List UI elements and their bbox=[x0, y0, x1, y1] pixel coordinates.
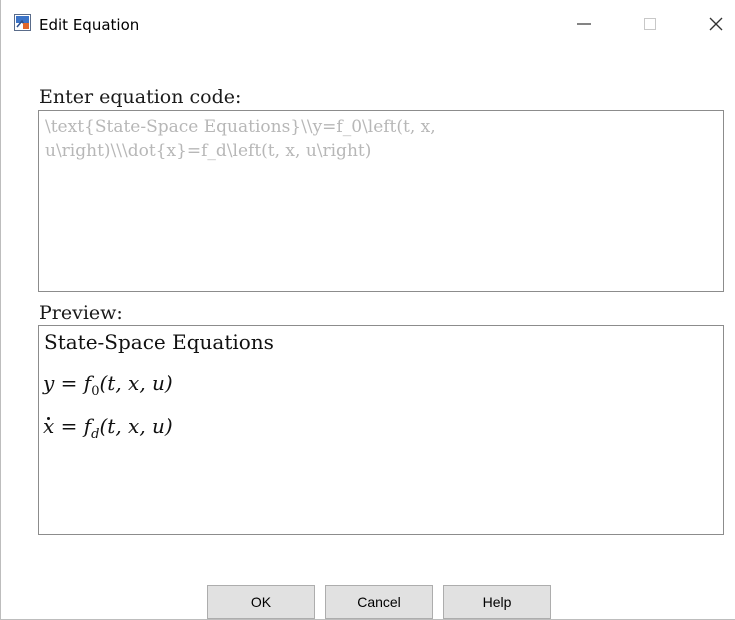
preview-equation-output: y = f0(t, x, u) bbox=[43, 371, 173, 399]
preview-heading: State-Space Equations bbox=[44, 330, 274, 354]
cancel-button[interactable]: Cancel bbox=[325, 585, 433, 619]
equation-preview: State-Space Equations y = f0(t, x, u) x … bbox=[38, 325, 724, 535]
equation-code-label: Enter equation code: bbox=[39, 86, 242, 108]
minimize-button[interactable] bbox=[564, 8, 604, 40]
maximize-icon bbox=[644, 18, 656, 30]
ok-button[interactable]: OK bbox=[207, 585, 315, 619]
close-button[interactable] bbox=[696, 8, 735, 40]
eq2-arguments: (t, x, u) bbox=[99, 414, 173, 438]
matlab-app-icon bbox=[14, 14, 31, 31]
window-title: Edit Equation bbox=[39, 16, 140, 34]
close-icon bbox=[709, 17, 723, 31]
eq2-subscript: d bbox=[91, 427, 100, 442]
eq1-lhs: y bbox=[43, 371, 55, 395]
preview-equation-state: x = fd(t, x, u) bbox=[43, 414, 173, 442]
preview-label: Preview: bbox=[39, 302, 123, 324]
edit-equation-dialog: Edit Equation Enter equation code: \text… bbox=[0, 0, 735, 620]
eq1-equals: = bbox=[54, 371, 84, 395]
equation-code-input[interactable]: \text{State-Space Equations}\\y=f_0\left… bbox=[38, 110, 724, 292]
eq2-equals: = bbox=[54, 414, 84, 438]
minimize-icon bbox=[577, 23, 591, 25]
eq1-arguments: (t, x, u) bbox=[99, 371, 173, 395]
title-bar[interactable]: Edit Equation bbox=[1, 0, 735, 52]
maximize-button[interactable] bbox=[630, 8, 670, 40]
help-button[interactable]: Help bbox=[443, 585, 551, 619]
eq2-lhs: x bbox=[43, 414, 55, 438]
